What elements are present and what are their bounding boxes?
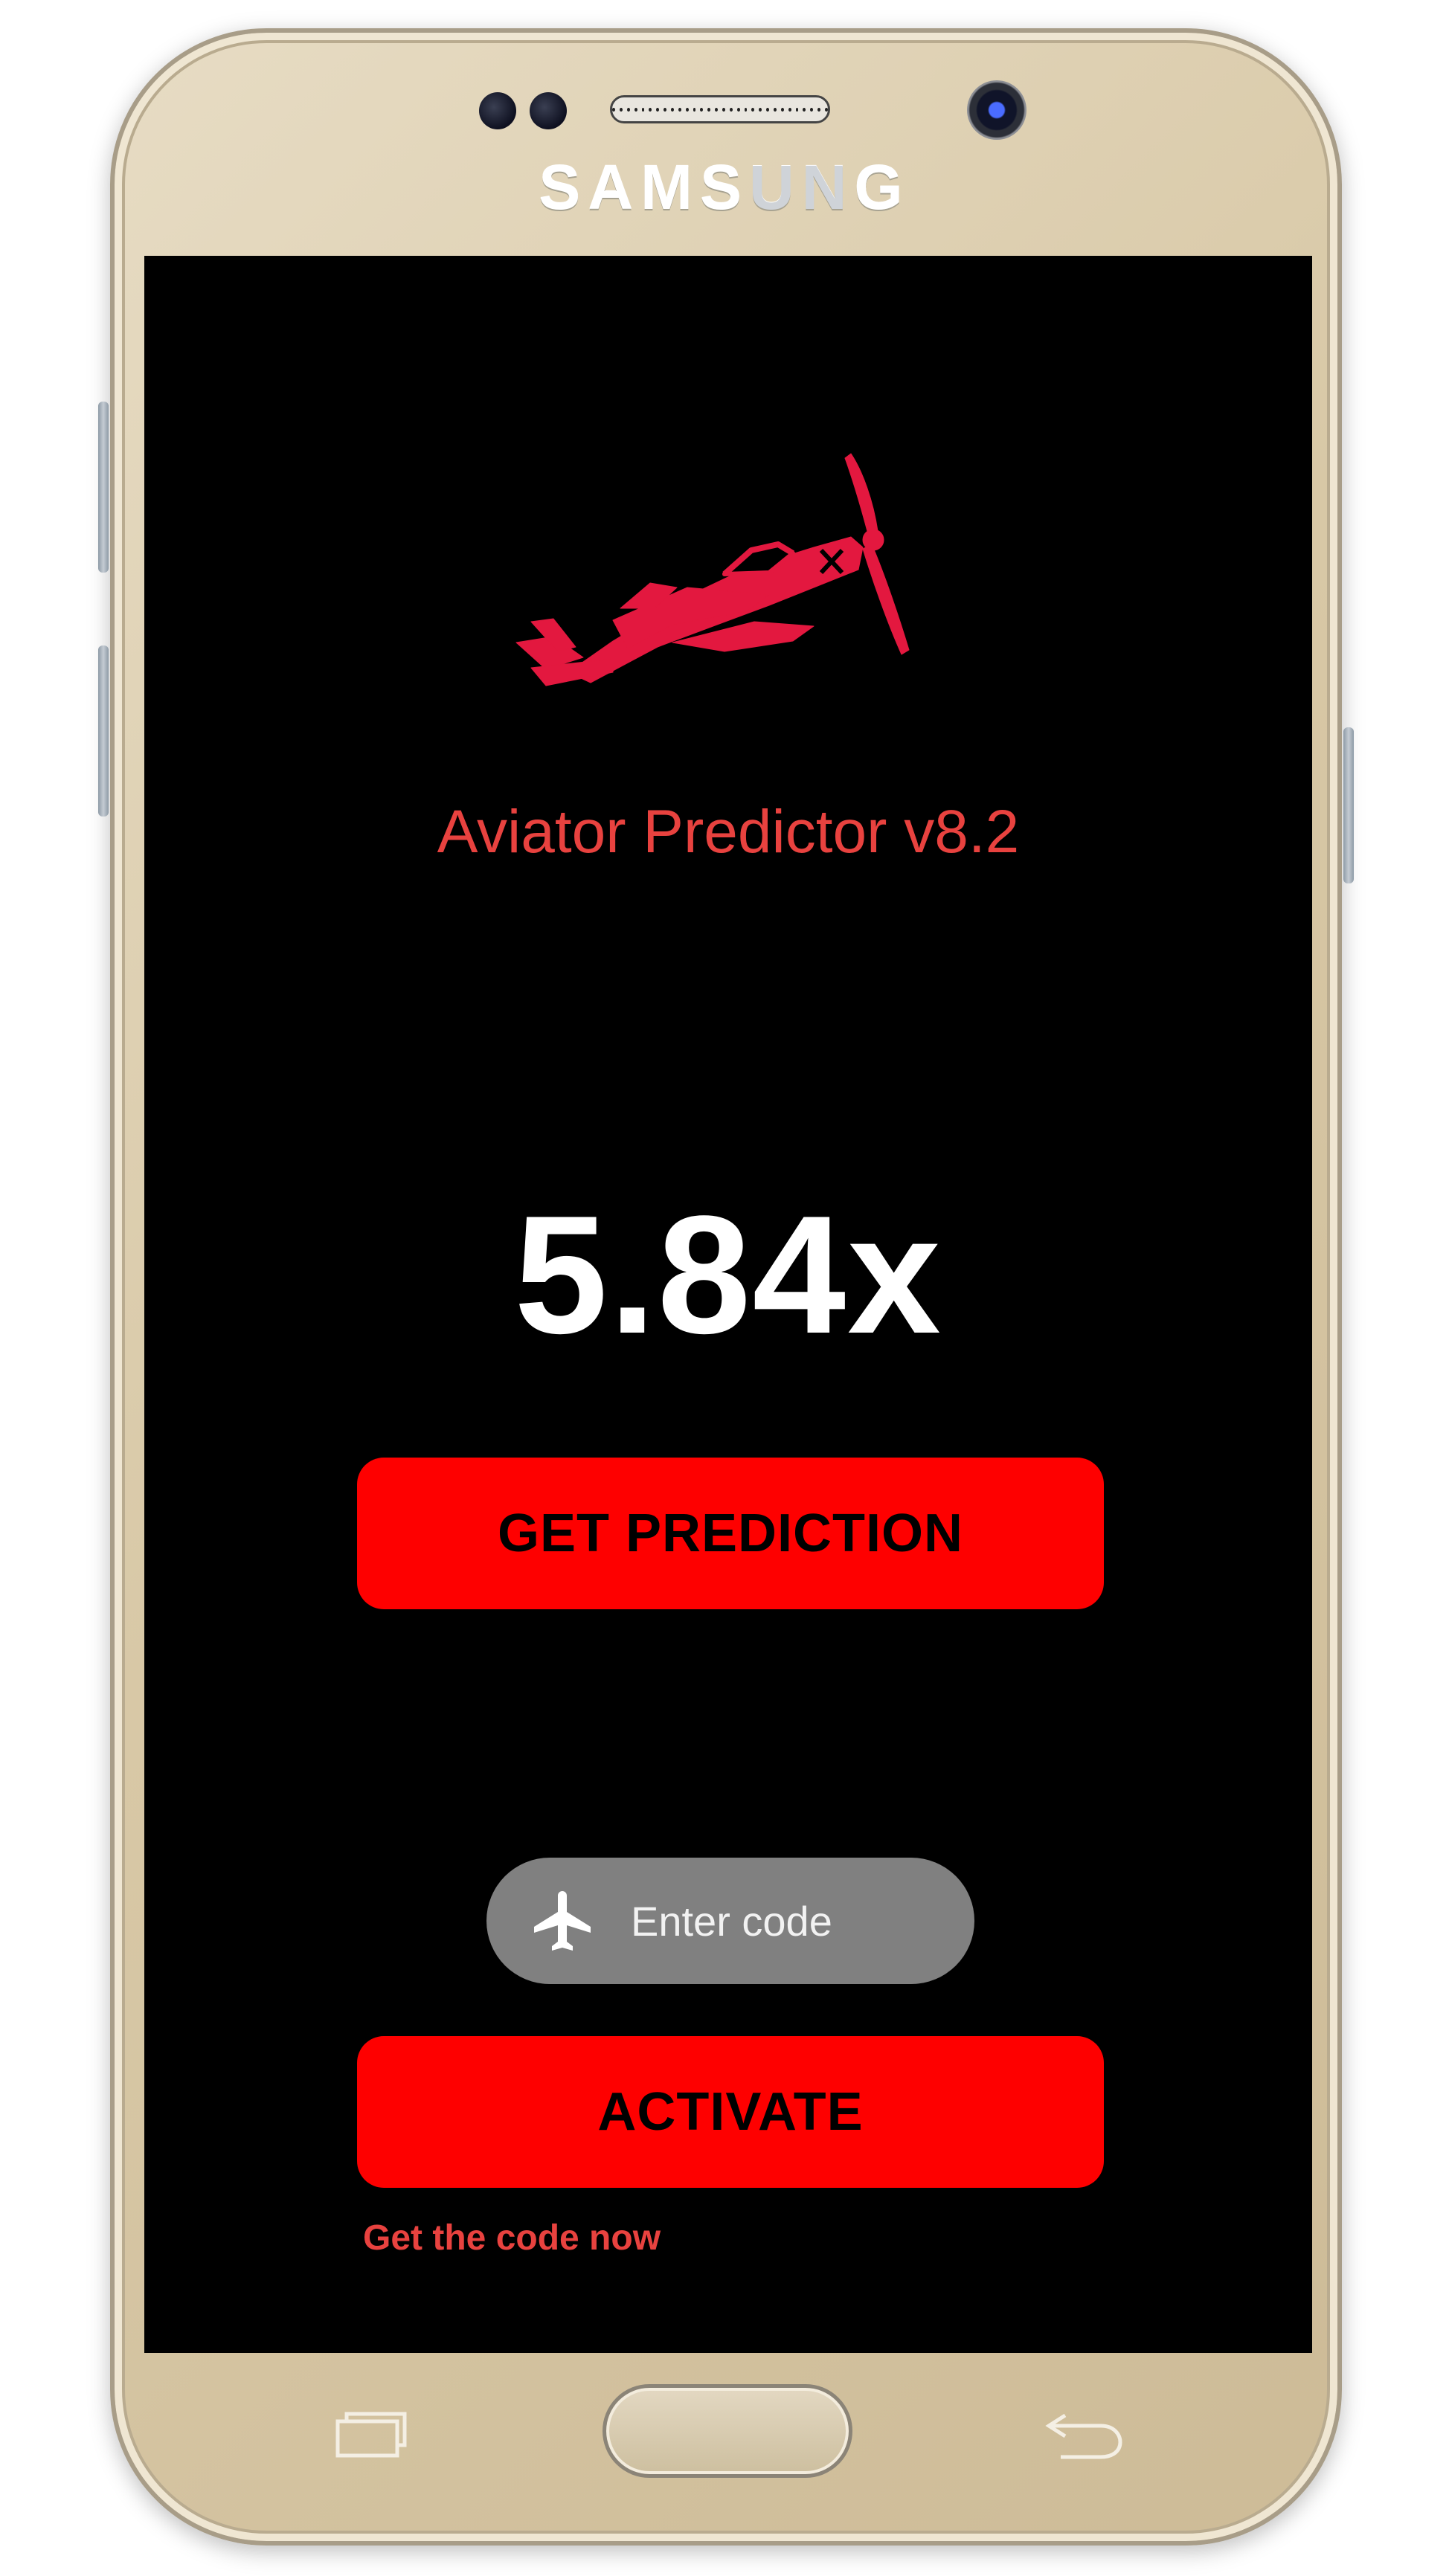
brand-logo: SAMSUNG — [539, 152, 910, 222]
get-prediction-button[interactable]: GET PREDICTION — [357, 1458, 1104, 1609]
code-field[interactable] — [486, 1858, 974, 1984]
earpiece-speaker — [610, 95, 830, 123]
activate-button[interactable]: ACTIVATE — [357, 2036, 1104, 2188]
recent-apps-icon[interactable] — [333, 2408, 408, 2460]
front-camera — [967, 80, 1026, 140]
device-mockup: SAMSUNG Aviator Predictor v8.2 5.84x GET… — [0, 0, 1449, 2576]
light-sensor — [530, 92, 567, 129]
app-title: Aviator Predictor v8.2 — [437, 798, 1020, 866]
proximity-sensor — [479, 92, 516, 129]
airplane-icon — [534, 1891, 591, 1951]
power-button — [1343, 727, 1354, 883]
prediction-multiplier: 5.84x — [514, 1180, 942, 1368]
volume-up-button — [98, 402, 109, 573]
app-screen: Aviator Predictor v8.2 5.84x GET PREDICT… — [144, 256, 1312, 2353]
volume-down-button — [98, 645, 109, 817]
home-button[interactable] — [603, 2384, 852, 2478]
red-propeller-plane-icon — [515, 453, 910, 686]
get-code-link[interactable]: Get the code now — [363, 2218, 661, 2258]
code-input[interactable] — [629, 1883, 945, 1959]
back-icon[interactable] — [1043, 2408, 1125, 2460]
